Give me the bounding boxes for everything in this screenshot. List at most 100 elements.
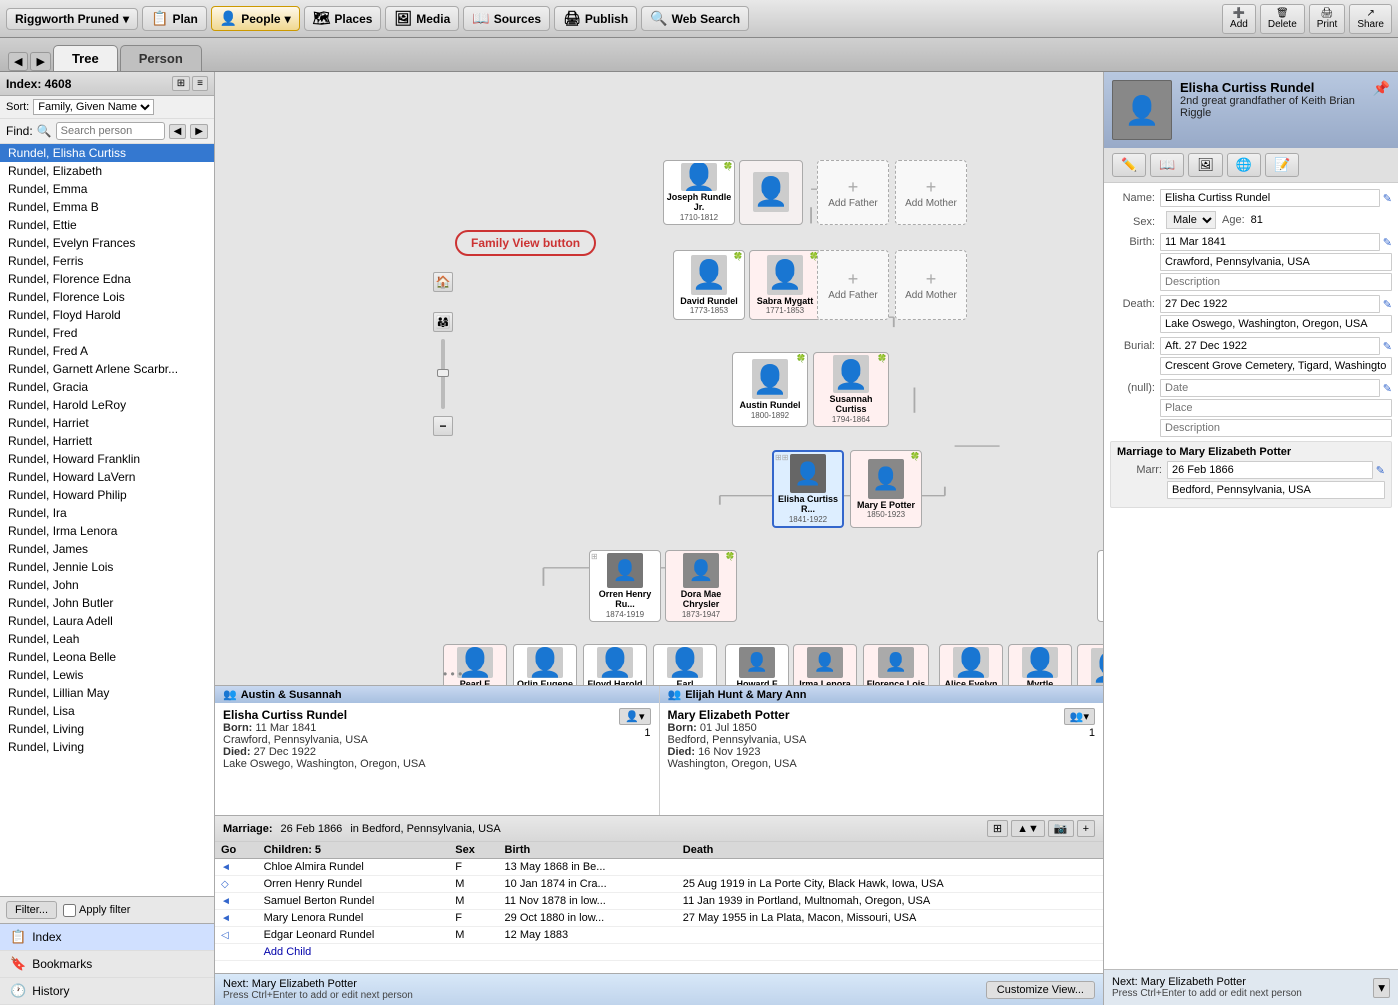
person-list-item-4[interactable]: Rundel, Ettie xyxy=(0,216,214,234)
nav-forward-button[interactable]: ▶ xyxy=(30,52,50,71)
person-list-item-16[interactable]: Rundel, Harriett xyxy=(0,432,214,450)
filter-button[interactable]: Filter... xyxy=(6,901,57,919)
person-list-item-33[interactable]: Rundel, Living xyxy=(0,738,214,756)
person-list-item-18[interactable]: Rundel, Howard LaVern xyxy=(0,468,214,486)
sort-select[interactable]: Family, Given Name xyxy=(33,99,154,115)
right-panel-person-btn[interactable]: 👥▾ xyxy=(1064,708,1095,725)
person-list-item-11[interactable]: Rundel, Fred A xyxy=(0,342,214,360)
person-list-item-23[interactable]: Rundel, Jennie Lois xyxy=(0,558,214,576)
family-view-button[interactable]: 👨‍👩‍👧 xyxy=(433,312,453,332)
card-howard-rundel[interactable]: 👤 Howard F Rundel 1904-1984 xyxy=(725,644,789,685)
birth-date-input[interactable] xyxy=(1160,233,1380,251)
tree-canvas[interactable]: 🏠 👨‍👩‍👧 − Family View button 👤 xyxy=(215,72,1103,685)
null-desc-input[interactable] xyxy=(1160,419,1392,437)
name-input[interactable] xyxy=(1160,189,1380,207)
sidebar-nav-history[interactable]: 🕐 History xyxy=(0,978,214,1005)
null-date-input[interactable] xyxy=(1160,379,1380,397)
nav-back-button[interactable]: ◀ xyxy=(8,52,28,71)
burial-place-input[interactable] xyxy=(1160,357,1392,375)
person-list-item-13[interactable]: Rundel, Gracia xyxy=(0,378,214,396)
person-list-item-6[interactable]: Rundel, Ferris xyxy=(0,252,214,270)
burial-edit-icon[interactable]: ✎ xyxy=(1383,340,1392,353)
card-mary-potter[interactable]: 👤 Mary E Potter 1850-1923 🍀 xyxy=(850,450,922,528)
card-orlin-rundel[interactable]: 👤 Orlin Eugene R... 1897-1969 xyxy=(513,644,577,685)
person-list-item-5[interactable]: Rundel, Evelyn Frances xyxy=(0,234,214,252)
person-sources-btn[interactable]: 📖 xyxy=(1150,153,1184,177)
zoom-thumb[interactable] xyxy=(437,369,449,377)
null-edit-icon[interactable]: ✎ xyxy=(1383,382,1392,395)
add-mother-card-2[interactable]: + Add Mother xyxy=(895,250,967,320)
sources-button[interactable]: 📖 Sources xyxy=(463,6,550,31)
tree-name-dropdown[interactable]: Riggworth Pruned ▾ xyxy=(6,8,138,30)
person-list-item-30[interactable]: Rundel, Lillian May xyxy=(0,684,214,702)
card-myrtle-rundel[interactable]: 👤 Myrtle Rundel 1903- xyxy=(1008,644,1072,685)
search-prev-btn[interactable]: ◀ xyxy=(169,124,187,139)
child-row-4[interactable]: ◁ Edgar Leonard Rundel M 12 May 1883 xyxy=(215,927,1103,944)
left-panel-person-btn[interactable]: 👤▾ xyxy=(619,708,650,725)
card-earl-rundel[interactable]: 👤 Earl Freeman... 1901-1980 xyxy=(653,644,717,685)
marr-place-input[interactable] xyxy=(1167,481,1385,499)
person-list-item-32[interactable]: Rundel, Living xyxy=(0,720,214,738)
null-place-input[interactable] xyxy=(1160,399,1392,417)
pin-icon[interactable]: 📌 xyxy=(1373,80,1390,97)
marr-edit-icon[interactable]: ✎ xyxy=(1376,464,1385,477)
card-susannah-curtiss[interactable]: 👤 Susannah Curtiss 1794-1864 🍀 xyxy=(813,352,889,427)
card-ggm1[interactable]: 👤 xyxy=(739,160,803,225)
customize-view-button[interactable]: Customize View... xyxy=(986,981,1095,999)
card-sabra-mygatt[interactable]: 👤 Sabra Mygatt 1771-1853 🍀 xyxy=(749,250,821,320)
person-list-item-19[interactable]: Rundel, Howard Philip xyxy=(0,486,214,504)
person-list-item-1[interactable]: Rundel, Elizabeth xyxy=(0,162,214,180)
print-button[interactable]: 🖨 Print xyxy=(1309,4,1346,34)
person-list-item-28[interactable]: Rundel, Leona Belle xyxy=(0,648,214,666)
birth-desc-input[interactable] xyxy=(1160,273,1392,291)
sidebar-view-btn1[interactable]: ⊞ xyxy=(172,76,190,91)
card-austin-rundel[interactable]: 👤 Austin Rundel 1800-1892 🍀 xyxy=(732,352,808,427)
death-edit-icon[interactable]: ✎ xyxy=(1383,298,1392,311)
marriage-up-btn[interactable]: ▲▼ xyxy=(1011,820,1045,837)
card-floyd-rundel[interactable]: 👤 Floyd Harold R... 1899-1919 xyxy=(583,644,647,685)
person-list-item-26[interactable]: Rundel, Laura Adell xyxy=(0,612,214,630)
child-row-1[interactable]: ◇ Orren Henry Rundel M 10 Jan 1874 in Cr… xyxy=(215,876,1103,893)
card-orren-rundel[interactable]: 👤 Orren Henry Ru... 1874-1919 ⊞ xyxy=(589,550,661,622)
card-florence-rundel[interactable]: 👤 Florence Lois Rundel 1912-2000 xyxy=(863,644,929,685)
tab-tree[interactable]: Tree xyxy=(53,45,118,71)
person-list-item-20[interactable]: Rundel, Ira xyxy=(0,504,214,522)
person-list-item-8[interactable]: Rundel, Florence Lois xyxy=(0,288,214,306)
card-david-rundel[interactable]: 👤 David Rundel 1773-1853 🍀 xyxy=(673,250,745,320)
places-button[interactable]: 🗺 Places xyxy=(304,6,382,31)
card-irma-rundel[interactable]: 👤 Irma Lenora R... 1907-1984 xyxy=(793,644,857,685)
card-joseph-rundle[interactable]: 👤 Joseph Rundle Jr. 1710-1812 🍀 xyxy=(663,160,735,225)
person-list-item-21[interactable]: Rundel, Irma Lenora xyxy=(0,522,214,540)
person-edit-btn[interactable]: ✏️ xyxy=(1112,153,1146,177)
share-button[interactable]: ↗ Share xyxy=(1349,4,1392,34)
add-mother-card-1[interactable]: + Add Mother xyxy=(895,160,967,225)
add-father-card-1[interactable]: + Add Father xyxy=(817,160,889,225)
card-samuel-rundel[interactable]: 👤 Samuel B Rundel 1878-1939 🍀 xyxy=(1097,550,1103,622)
card-mary-rundel[interactable]: 👤 Mary Rundel 1905- xyxy=(1077,644,1103,685)
sidebar-nav-index[interactable]: 📋 Index xyxy=(0,924,214,951)
person-list-item-27[interactable]: Rundel, Leah xyxy=(0,630,214,648)
person-media-btn[interactable]: 🖼 xyxy=(1188,153,1223,177)
marriage-add-btn[interactable]: + xyxy=(1077,820,1095,837)
sidebar-view-btn2[interactable]: ≡ xyxy=(192,76,208,91)
child-row-3[interactable]: ◄ Mary Lenora Rundel F 29 Oct 1880 in lo… xyxy=(215,910,1103,927)
burial-date-input[interactable] xyxy=(1160,337,1380,355)
publish-button[interactable]: 🖨 Publish xyxy=(554,6,637,31)
name-edit-icon[interactable]: ✎ xyxy=(1383,192,1392,205)
person-list-item-29[interactable]: Rundel, Lewis xyxy=(0,666,214,684)
person-list-item-2[interactable]: Rundel, Emma xyxy=(0,180,214,198)
person-list-item-17[interactable]: Rundel, Howard Franklin xyxy=(0,450,214,468)
birth-place-input[interactable] xyxy=(1160,253,1392,271)
apply-filter-checkbox[interactable] xyxy=(63,904,76,917)
person-list-item-24[interactable]: Rundel, John xyxy=(0,576,214,594)
card-elisha-rundel[interactable]: 👤 Elisha Curtiss R... 1841-1922 ⊞⊞ xyxy=(772,450,844,528)
marriage-edit-btn[interactable]: ⊞ xyxy=(987,820,1008,837)
zoom-minus-button[interactable]: − xyxy=(433,416,453,436)
marr-date-input[interactable] xyxy=(1167,461,1373,479)
add-father-card-2[interactable]: + Add Father xyxy=(817,250,889,320)
person-notes-btn[interactable]: 📝 xyxy=(1265,153,1299,177)
plan-button[interactable]: 📋 Plan xyxy=(142,6,207,31)
search-input[interactable] xyxy=(56,122,165,140)
birth-edit-icon[interactable]: ✎ xyxy=(1383,236,1392,249)
child-row-0[interactable]: ◄ Chloe Almira Rundel F 13 May 1868 in B… xyxy=(215,859,1103,876)
